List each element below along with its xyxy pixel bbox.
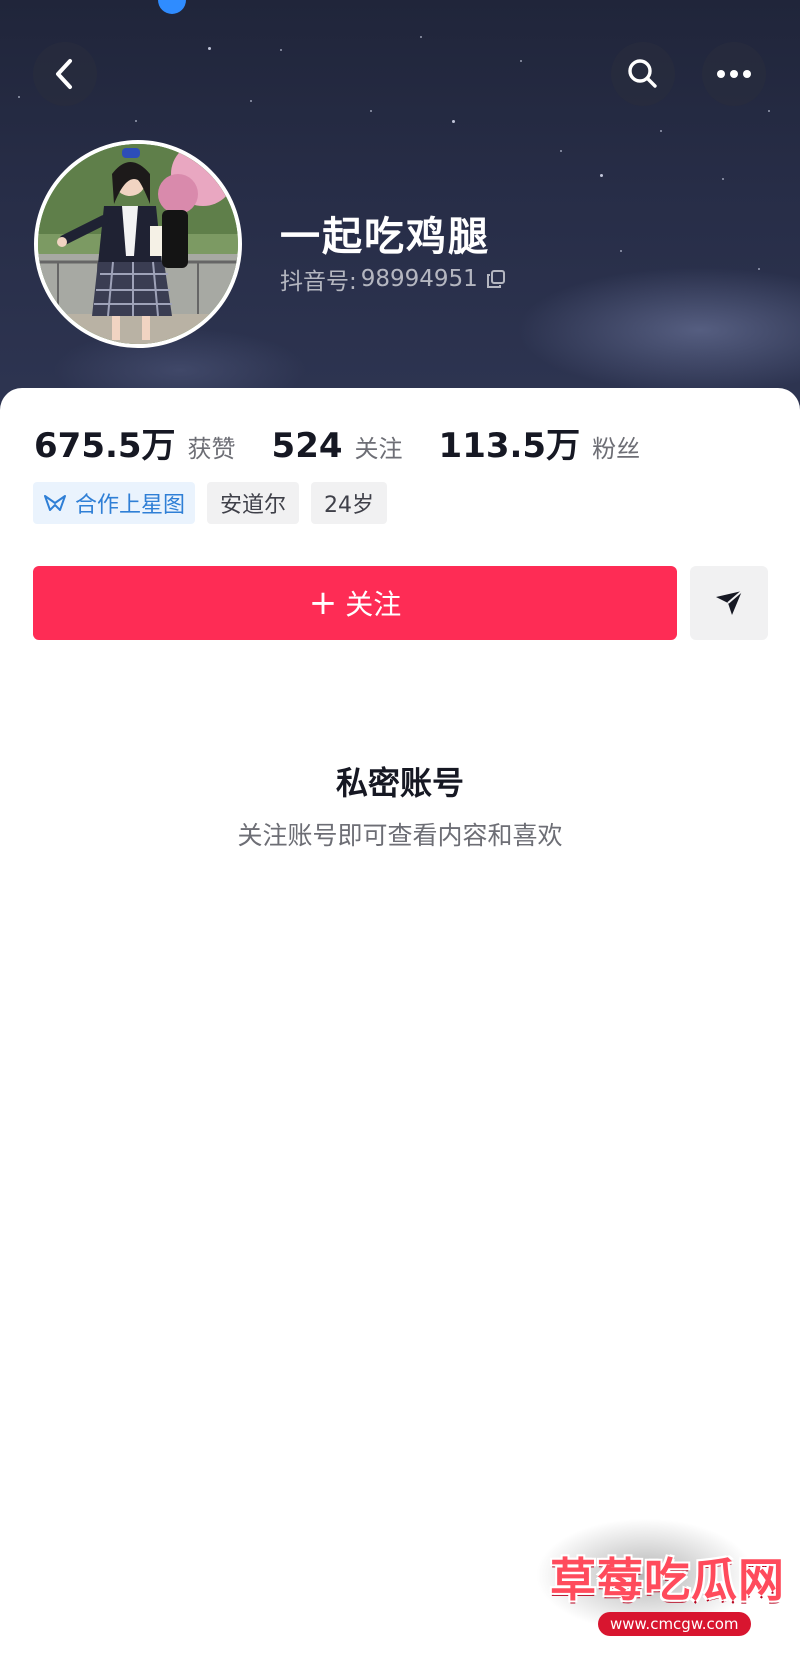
star-decoration xyxy=(600,174,603,177)
plus-icon: + xyxy=(308,583,338,623)
profile-stats: 675.5万 获赞 524 关注 113.5万 粉丝 xyxy=(34,418,676,467)
douyin-id-label: 抖音号: xyxy=(280,269,357,295)
star-decoration xyxy=(135,120,137,122)
more-options-button[interactable] xyxy=(702,42,766,106)
star-decoration xyxy=(520,60,522,62)
stat-likes: 675.5万 获赞 xyxy=(34,418,236,467)
search-button[interactable] xyxy=(611,42,675,106)
profile-tags: 合作上星图 安道尔 24岁 xyxy=(33,482,399,524)
stat-followers-value: 113.5万 xyxy=(438,426,581,466)
star-decoration xyxy=(768,110,770,112)
star-decoration xyxy=(452,120,455,123)
star-decoration xyxy=(280,49,282,51)
send-icon xyxy=(714,589,744,617)
copy-icon[interactable] xyxy=(486,269,506,289)
star-decoration xyxy=(18,96,20,98)
private-account-title: 私密账号 xyxy=(335,764,464,802)
chevron-left-icon xyxy=(52,57,78,91)
star-decoration xyxy=(208,47,211,50)
more-horizontal-icon xyxy=(716,69,752,79)
back-button[interactable] xyxy=(33,42,97,106)
profile-nickname: 一起吃鸡腿 xyxy=(280,214,490,260)
location-tag: 安道尔 xyxy=(207,482,300,524)
stat-likes-value: 675.5万 xyxy=(34,426,176,466)
star-map-icon xyxy=(43,493,67,513)
follow-button[interactable]: + 关注 xyxy=(33,566,677,640)
stat-followers-label: 粉丝 xyxy=(592,435,641,463)
status-indicator xyxy=(158,0,186,14)
search-icon xyxy=(626,57,660,91)
site-watermark: 草莓吃瓜网 www.cmcgw.com xyxy=(500,1500,790,1650)
stat-following-label: 关注 xyxy=(354,435,403,463)
profile-content-sheet: 675.5万 获赞 524 关注 113.5万 粉丝 合作上星图 安道尔 24岁… xyxy=(0,388,800,1665)
star-decoration xyxy=(560,150,562,152)
douyin-id[interactable]: 抖音号: 98994951 xyxy=(280,262,506,296)
watermark-text: 草莓吃瓜网 xyxy=(550,1553,785,1607)
star-decoration xyxy=(620,250,622,252)
avatar-photo xyxy=(38,144,238,344)
star-decoration xyxy=(370,110,372,112)
star-map-tag-label: 合作上星图 xyxy=(75,493,186,518)
avatar[interactable] xyxy=(34,140,242,348)
stat-likes-label: 获赞 xyxy=(187,435,236,463)
star-decoration xyxy=(420,36,422,38)
watermark-url: www.cmcgw.com xyxy=(598,1612,751,1636)
profile-cover: 一起吃鸡腿 抖音号: 98994951 xyxy=(0,0,800,420)
star-decoration xyxy=(722,178,724,180)
follow-button-label: 关注 xyxy=(345,588,402,621)
private-account-subtitle: 关注账号即可查看内容和喜欢 xyxy=(237,821,563,850)
age-tag: 24岁 xyxy=(311,482,388,524)
star-decoration xyxy=(250,100,252,102)
star-decoration xyxy=(660,130,662,132)
stat-following-value: 524 xyxy=(271,426,343,466)
douyin-id-value: 98994951 xyxy=(360,266,478,292)
star-decoration xyxy=(758,268,760,270)
share-button[interactable] xyxy=(690,566,768,640)
stat-following[interactable]: 524 关注 xyxy=(272,426,403,466)
star-map-tag[interactable]: 合作上星图 xyxy=(33,482,196,524)
stat-followers[interactable]: 113.5万 粉丝 xyxy=(439,418,641,467)
